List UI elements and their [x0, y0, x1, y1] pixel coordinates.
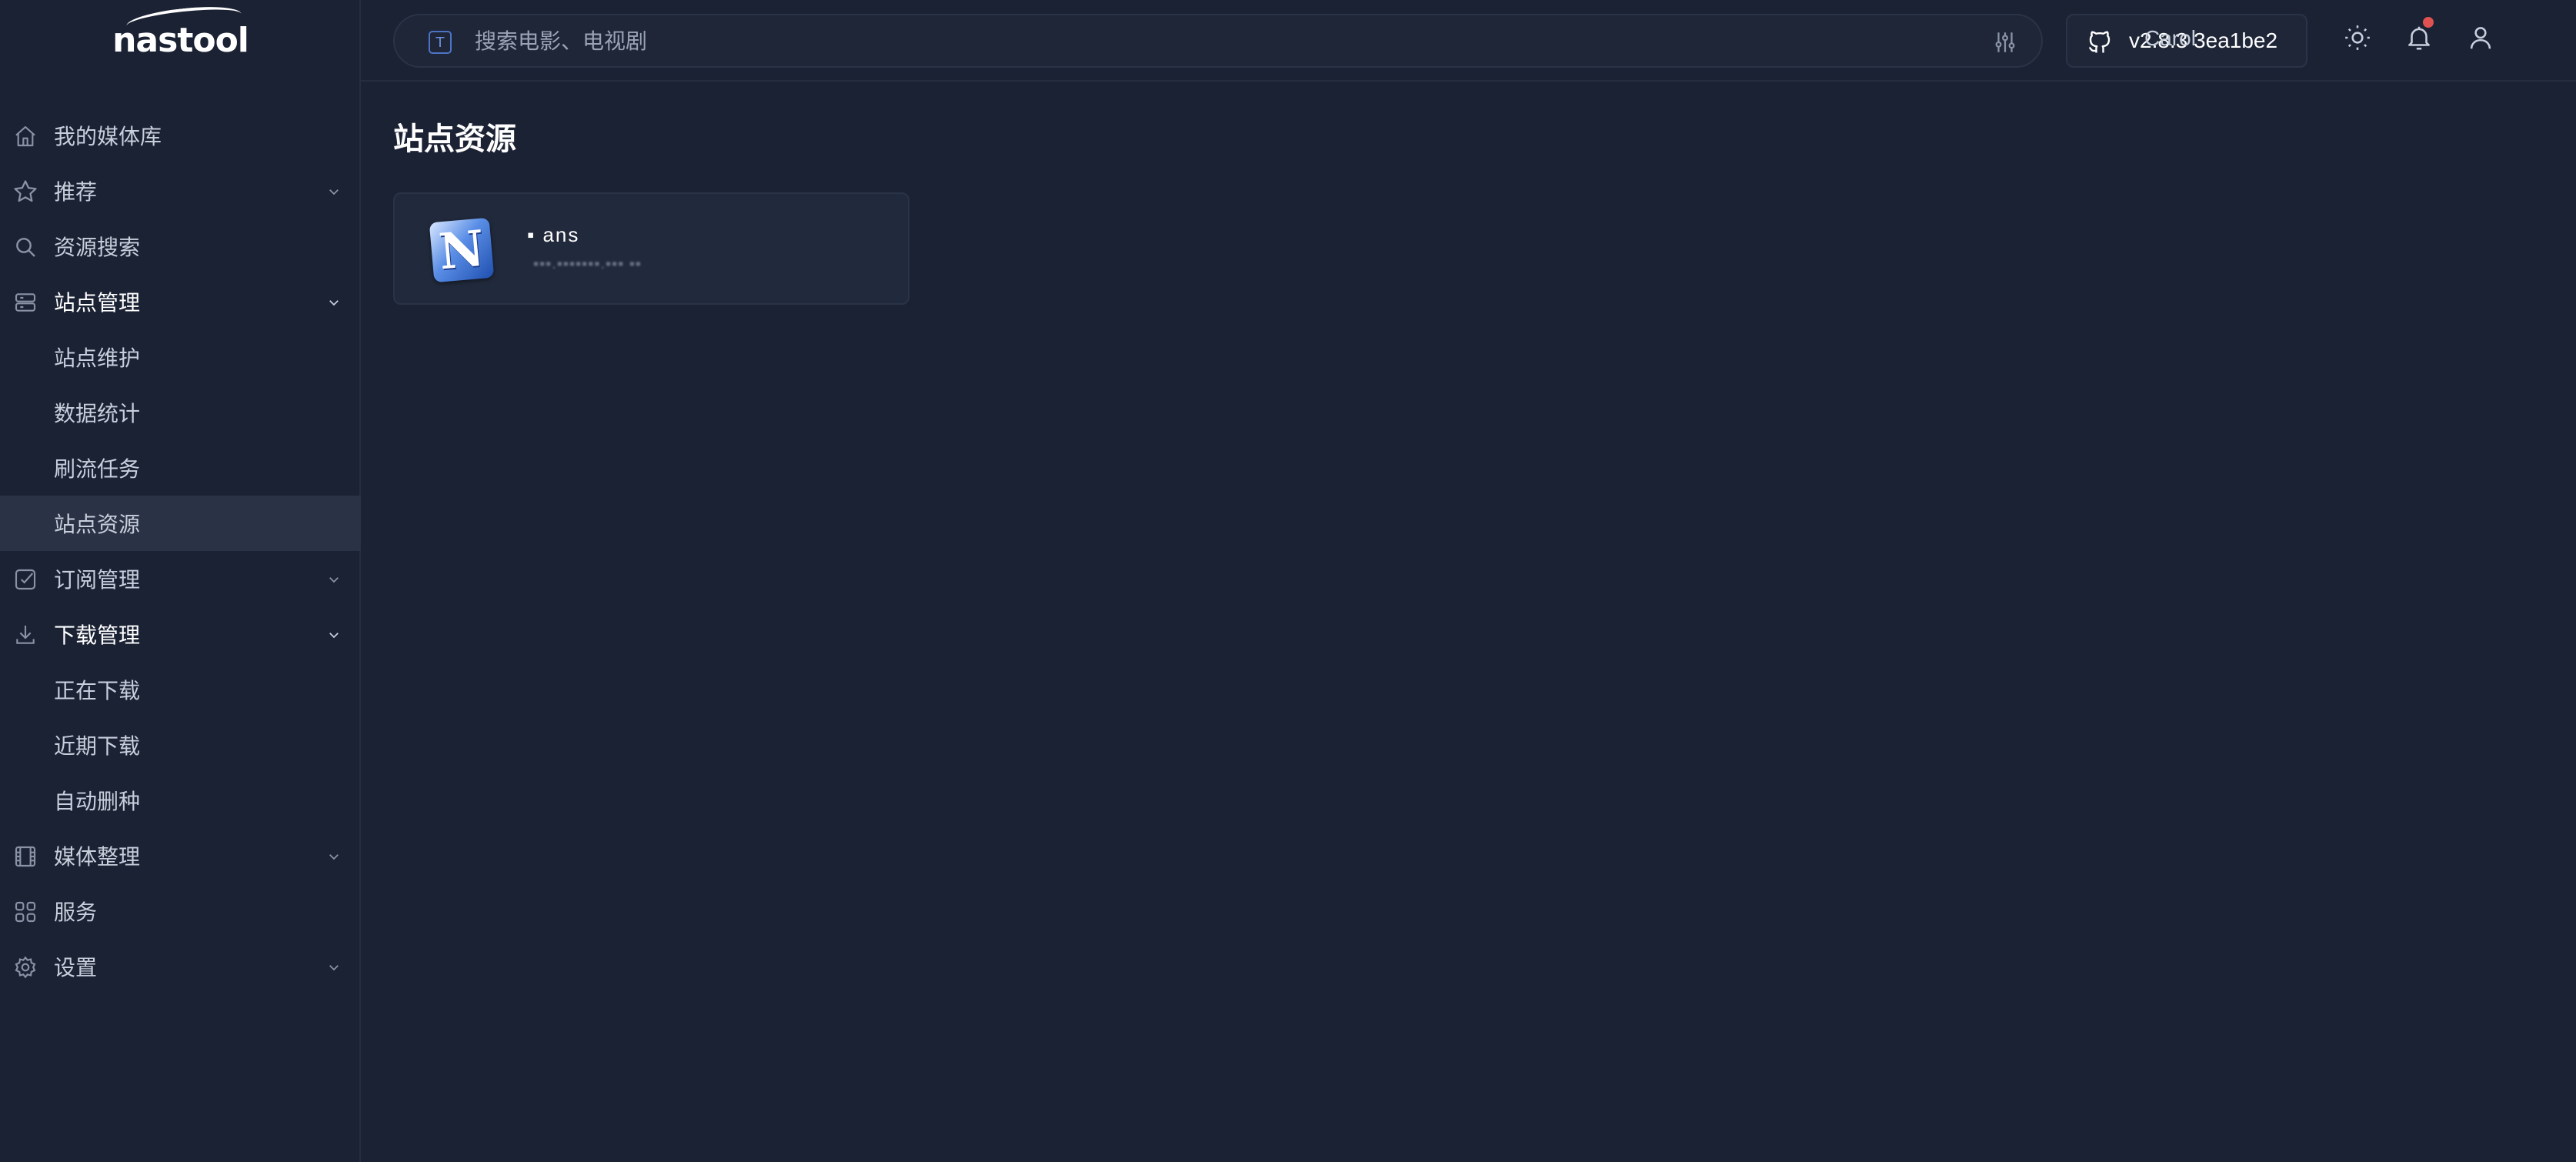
checkbox-icon — [12, 566, 38, 593]
sidebar-item-label: 订阅管理 — [54, 568, 141, 592]
sidebar-item-resource-search[interactable]: 资源搜索 — [0, 219, 361, 274]
chevron-down-icon — [325, 571, 342, 588]
site-card[interactable]: N ▪ ans ▪▪▪.▪▪▪▪▪▪▪.▪▪▪ ▪▪ — [393, 192, 909, 305]
sidebar-item-site-resources[interactable]: 站点资源 — [0, 496, 361, 551]
gear-icon — [12, 954, 38, 980]
sidebar-item-label: 资源搜索 — [54, 235, 141, 259]
chevron-down-icon — [325, 959, 342, 976]
home-icon — [12, 123, 38, 149]
app-root: nastool 我的媒体库 推荐 资源搜索 站点管理 站点维护 数据统计 刷流任… — [0, 0, 2576, 1162]
server-icon — [12, 289, 38, 316]
sidebar-item-recent-downloads[interactable]: 近期下载 — [0, 717, 361, 773]
top-header: T v2.8.3 3ea1be2 Carol — [361, 0, 2576, 82]
site-name: ▪ ans — [527, 223, 580, 246]
github-icon — [2086, 28, 2114, 56]
chevron-down-icon — [325, 626, 342, 643]
sidebar-item-media-library[interactable]: 我的媒体库 — [0, 108, 361, 163]
logo-text: nastool — [112, 2, 249, 60]
star-icon — [12, 179, 38, 205]
sidebar-item-label: 设置 — [54, 956, 98, 980]
sidebar-nav: 我的媒体库 推荐 资源搜索 站点管理 站点维护 数据统计 刷流任务 站点资源 订… — [0, 108, 361, 994]
sidebar-item-label: 数据统计 — [54, 402, 141, 426]
sidebar-item-media-organize[interactable]: 媒体整理 — [0, 828, 361, 883]
site-logo-letter: N — [436, 219, 487, 281]
theme-toggle-sun-icon[interactable] — [2343, 23, 2374, 54]
site-url: ▪▪▪.▪▪▪▪▪▪▪.▪▪▪ ▪▪ — [533, 255, 642, 272]
sidebar-item-label: 站点管理 — [54, 291, 141, 315]
app-logo[interactable]: nastool — [0, 0, 361, 80]
chevron-down-icon — [325, 294, 342, 311]
filter-sliders-icon[interactable] — [1992, 29, 2018, 55]
search-bar[interactable]: T — [393, 14, 2043, 68]
sidebar-item-settings[interactable]: 设置 — [0, 939, 361, 994]
grid-icon — [12, 899, 38, 925]
sidebar-item-site-management[interactable]: 站点管理 — [0, 274, 361, 329]
sidebar-item-label: 刷流任务 — [54, 457, 141, 481]
sidebar-item-services[interactable]: 服务 — [0, 883, 361, 939]
keyboard-shortcut-icon: T — [429, 31, 452, 54]
page-title: 站点资源 — [393, 122, 516, 156]
sidebar-item-label: 近期下载 — [54, 734, 141, 758]
sidebar: nastool 我的媒体库 推荐 资源搜索 站点管理 站点维护 数据统计 刷流任… — [0, 0, 361, 1162]
sidebar-item-label: 站点维护 — [54, 346, 141, 370]
sidebar-item-auto-delete[interactable]: 自动删种 — [0, 773, 361, 828]
notification-dot — [2423, 17, 2434, 28]
sidebar-item-label: 媒体整理 — [54, 845, 141, 869]
sidebar-item-downloading[interactable]: 正在下载 — [0, 662, 361, 717]
sidebar-item-label: 推荐 — [54, 180, 98, 204]
user-icon[interactable] — [2466, 23, 2497, 54]
search-input[interactable] — [475, 26, 1937, 57]
download-icon — [12, 622, 38, 648]
sidebar-item-label: 自动删种 — [54, 790, 141, 813]
sidebar-item-data-statistics[interactable]: 数据统计 — [0, 385, 361, 440]
sidebar-item-download-management[interactable]: 下载管理 — [0, 606, 361, 662]
user-name[interactable]: Carol — [2144, 26, 2196, 51]
chevron-down-icon — [325, 183, 342, 200]
sidebar-item-label: 服务 — [54, 900, 98, 924]
sidebar-item-brush-tasks[interactable]: 刷流任务 — [0, 440, 361, 496]
notification-bell-icon[interactable] — [2404, 17, 2435, 54]
sidebar-item-label: 正在下载 — [54, 679, 141, 703]
search-icon — [12, 234, 38, 260]
sidebar-item-label: 下载管理 — [54, 623, 141, 647]
sidebar-item-recommend[interactable]: 推荐 — [0, 163, 361, 219]
chevron-down-icon — [325, 848, 342, 865]
sidebar-item-subscriptions[interactable]: 订阅管理 — [0, 551, 361, 606]
sidebar-item-site-maintenance[interactable]: 站点维护 — [0, 329, 361, 385]
site-logo: N — [429, 217, 495, 283]
film-icon — [12, 843, 38, 870]
sidebar-item-label: 我的媒体库 — [54, 125, 162, 149]
sidebar-item-label: 站点资源 — [54, 513, 141, 536]
